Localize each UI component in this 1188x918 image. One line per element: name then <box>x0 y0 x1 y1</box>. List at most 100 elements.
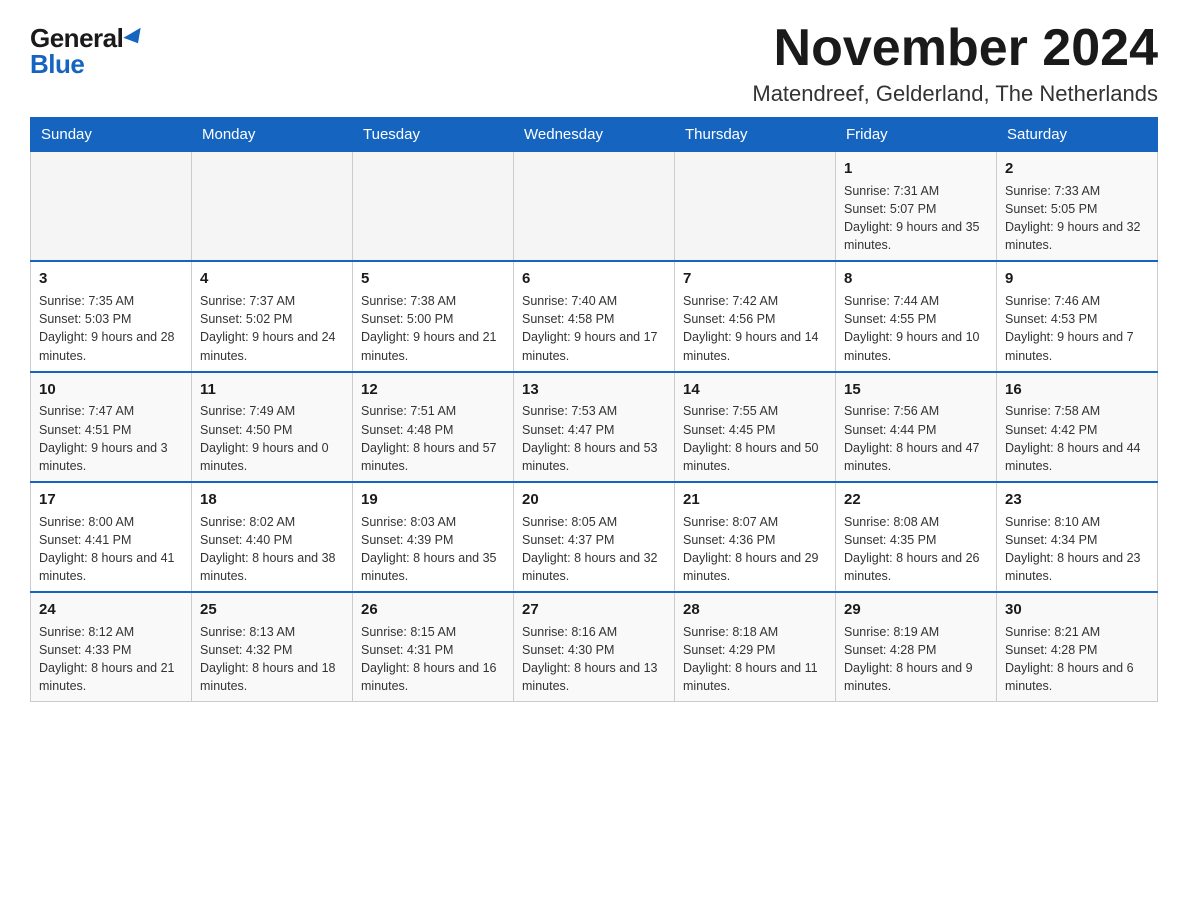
day-info-line: Sunrise: 8:15 AM <box>361 623 505 641</box>
calendar-cell: 2Sunrise: 7:33 AMSunset: 5:05 PMDaylight… <box>997 152 1158 262</box>
day-info-line: Sunset: 4:40 PM <box>200 531 344 549</box>
day-info-line: Sunrise: 8:12 AM <box>39 623 183 641</box>
calendar-cell: 5Sunrise: 7:38 AMSunset: 5:00 PMDaylight… <box>353 261 514 371</box>
logo-general-text: General <box>30 25 123 51</box>
day-info-line: Daylight: 8 hours and 35 minutes. <box>361 549 505 585</box>
day-number: 9 <box>1005 268 1149 290</box>
day-info-line: Sunset: 4:28 PM <box>844 641 988 659</box>
day-info-line: Sunset: 4:50 PM <box>200 421 344 439</box>
calendar-cell: 28 Sunrise: 8:18 AMSunset: 4:29 PMDayligh… <box>675 592 836 702</box>
day-info-line: Sunset: 4:56 PM <box>683 310 827 328</box>
calendar-week-row: 24Sunrise: 8:12 AMSunset: 4:33 PMDayligh… <box>31 592 1158 702</box>
calendar-cell: 23Sunrise: 8:10 AMSunset: 4:34 PMDayligh… <box>997 482 1158 592</box>
calendar-cell: 1Sunrise: 7:31 AMSunset: 5:07 PMDaylight… <box>836 152 997 262</box>
day-number: 29 <box>844 599 988 621</box>
day-number: 20 <box>522 489 666 511</box>
day-info-line: Sunrise: 8:16 AM <box>522 623 666 641</box>
day-info-line: Daylight: 8 hours and 6 minutes. <box>1005 659 1149 695</box>
day-info-line: Sunrise: 7:58 AM <box>1005 402 1149 420</box>
day-number: 15 <box>844 379 988 401</box>
day-info-line: Daylight: 9 hours and 21 minutes. <box>361 328 505 364</box>
day-number: 1 <box>844 158 988 180</box>
calendar-cell: 22Sunrise: 8:08 AMSunset: 4:35 PMDayligh… <box>836 482 997 592</box>
day-number: 10 <box>39 379 183 401</box>
logo-blue-text: Blue <box>30 49 84 79</box>
calendar-cell: 25Sunrise: 8:13 AMSunset: 4:32 PMDayligh… <box>192 592 353 702</box>
day-info-line: Daylight: 8 hours and 9 minutes. <box>844 659 988 695</box>
col-sunday: Sunday <box>31 118 192 152</box>
calendar-cell: 15Sunrise: 7:56 AMSunset: 4:44 PMDayligh… <box>836 372 997 482</box>
day-info-line: Sunrise: 8:08 AM <box>844 513 988 531</box>
calendar-cell <box>31 152 192 262</box>
day-number: 24 <box>39 599 183 621</box>
day-info-line: Sunrise: 8:18 AM <box>683 623 827 641</box>
day-info-line: Sunrise: 8:13 AM <box>200 623 344 641</box>
day-info-line: Daylight: 8 hours and 26 minutes. <box>844 549 988 585</box>
day-info-line: Sunrise: 7:49 AM <box>200 402 344 420</box>
day-info-line: Sunrise: 7:55 AM <box>683 402 827 420</box>
day-info-line: Sunrise: 8:21 AM <box>1005 623 1149 641</box>
day-number: 23 <box>1005 489 1149 511</box>
day-info-line: Sunrise: 7:44 AM <box>844 292 988 310</box>
day-number: 18 <box>200 489 344 511</box>
calendar-cell: 4Sunrise: 7:37 AMSunset: 5:02 PMDaylight… <box>192 261 353 371</box>
calendar-cell: 3Sunrise: 7:35 AMSunset: 5:03 PMDaylight… <box>31 261 192 371</box>
day-number: 4 <box>200 268 344 290</box>
day-info-line: Sunset: 4:37 PM <box>522 531 666 549</box>
calendar-cell: 20Sunrise: 8:05 AMSunset: 4:37 PMDayligh… <box>514 482 675 592</box>
calendar-cell: 21Sunrise: 8:07 AMSunset: 4:36 PMDayligh… <box>675 482 836 592</box>
day-info-line: Sunset: 4:55 PM <box>844 310 988 328</box>
day-number: 28 <box>683 599 827 621</box>
day-info-line: Sunrise: 7:31 AM <box>844 182 988 200</box>
day-info-line: Sunrise: 7:53 AM <box>522 402 666 420</box>
day-info-line: Sunset: 4:28 PM <box>1005 641 1149 659</box>
day-info-line: Sunrise: 7:42 AM <box>683 292 827 310</box>
day-info-line: Daylight: 8 hours and 50 minutes. <box>683 439 827 475</box>
day-info-line: Daylight: 9 hours and 14 minutes. <box>683 328 827 364</box>
day-info-line: Daylight: 9 hours and 17 minutes. <box>522 328 666 364</box>
calendar-cell <box>514 152 675 262</box>
col-tuesday: Tuesday <box>353 118 514 152</box>
day-info-line: Sunset: 4:32 PM <box>200 641 344 659</box>
day-info-line: Sunset: 4:45 PM <box>683 421 827 439</box>
day-info-line: Sunset: 5:00 PM <box>361 310 505 328</box>
logo-triangle-icon <box>124 28 147 48</box>
day-info-line: Sunrise: 8:19 AM <box>844 623 988 641</box>
calendar-week-row: 3Sunrise: 7:35 AMSunset: 5:03 PMDaylight… <box>31 261 1158 371</box>
day-info-line: Daylight: 9 hours and 32 minutes. <box>1005 218 1149 254</box>
calendar-header-row: Sunday Monday Tuesday Wednesday Thursday… <box>31 118 1158 152</box>
day-info-line: Sunrise: 7:47 AM <box>39 402 183 420</box>
day-info-line: Sunset: 4:41 PM <box>39 531 183 549</box>
day-info-line: Sunrise: 7:46 AM <box>1005 292 1149 310</box>
day-info-line: Sunset: 4:42 PM <box>1005 421 1149 439</box>
day-info-line: Sunset: 5:05 PM <box>1005 200 1149 218</box>
day-info-line: Sunrise: 7:56 AM <box>844 402 988 420</box>
day-info-line: Daylight: 8 hours and 18 minutes. <box>200 659 344 695</box>
day-info-line: Sunrise: 7:38 AM <box>361 292 505 310</box>
day-number: 19 <box>361 489 505 511</box>
day-info-line: Sunset: 4:44 PM <box>844 421 988 439</box>
day-info-line: Daylight: 8 hours and 57 minutes. <box>361 439 505 475</box>
day-number: 7 <box>683 268 827 290</box>
calendar-cell: 27Sunrise: 8:16 AMSunset: 4:30 PMDayligh… <box>514 592 675 702</box>
day-info-line: Sunset: 4:29 PM <box>683 641 827 659</box>
day-info-line: Sunset: 4:31 PM <box>361 641 505 659</box>
day-info-line: Daylight: 9 hours and 10 minutes. <box>844 328 988 364</box>
day-info-line: Daylight: 8 hours and 13 minutes. <box>522 659 666 695</box>
day-info-line: Daylight: 8 hours and 11 minutes. <box>683 659 827 695</box>
calendar-table: Sunday Monday Tuesday Wednesday Thursday… <box>30 117 1158 702</box>
day-number: 26 <box>361 599 505 621</box>
day-info-line: Daylight: 9 hours and 0 minutes. <box>200 439 344 475</box>
day-info-line: Sunrise: 8:05 AM <box>522 513 666 531</box>
calendar-cell: 30Sunrise: 8:21 AMSunset: 4:28 PMDayligh… <box>997 592 1158 702</box>
day-info-line: Daylight: 9 hours and 24 minutes. <box>200 328 344 364</box>
day-info-line: Sunset: 4:30 PM <box>522 641 666 659</box>
calendar-week-row: 17Sunrise: 8:00 AMSunset: 4:41 PMDayligh… <box>31 482 1158 592</box>
calendar-cell <box>675 152 836 262</box>
day-info-line: Daylight: 8 hours and 21 minutes. <box>39 659 183 695</box>
day-info-line: Sunset: 5:03 PM <box>39 310 183 328</box>
day-info-line: Sunrise: 8:03 AM <box>361 513 505 531</box>
day-info-line: Daylight: 8 hours and 41 minutes. <box>39 549 183 585</box>
logo: General Blue <box>30 20 145 78</box>
day-info-line: Sunset: 4:53 PM <box>1005 310 1149 328</box>
